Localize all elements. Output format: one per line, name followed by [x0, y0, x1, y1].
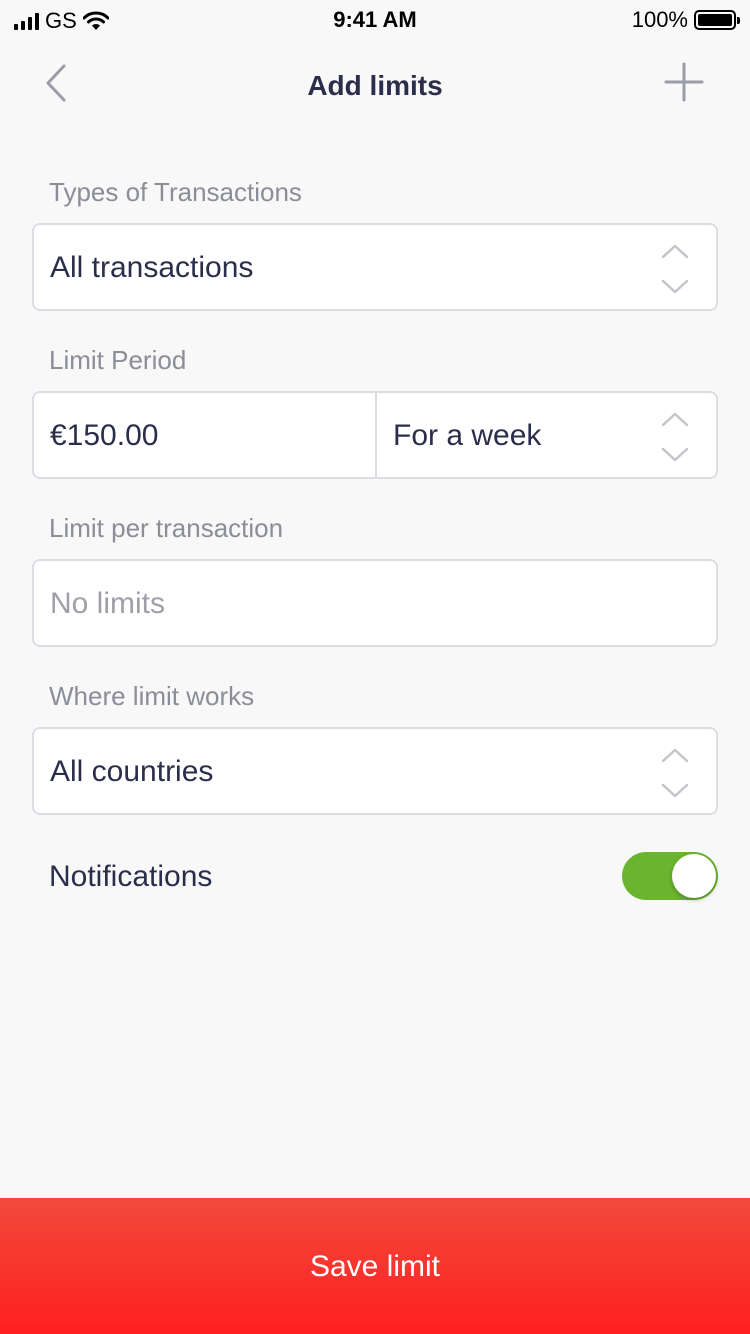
status-right: 100%	[631, 7, 740, 33]
battery-icon	[694, 10, 740, 30]
period-duration-select[interactable]: For a week	[393, 419, 541, 453]
per-transaction-placeholder: No limits	[50, 587, 166, 620]
transaction-type-select[interactable]: All transactions	[32, 223, 718, 311]
plus-icon[interactable]	[660, 58, 708, 106]
up-down-chevron-icon	[661, 244, 689, 294]
battery-percent: 100%	[631, 7, 688, 32]
toggle-knob	[672, 854, 716, 898]
save-limit-label: Save limit	[309, 1250, 441, 1283]
period-label: Limit Period	[49, 345, 187, 375]
save-limit-button[interactable]: Save limit	[0, 1198, 750, 1334]
field-divider	[375, 393, 377, 477]
page-title: Add limits	[307, 70, 443, 101]
per-transaction-label: Limit per transaction	[49, 513, 284, 543]
countries-value: All countries	[50, 755, 214, 788]
where-label: Where limit works	[49, 681, 255, 711]
notifications-toggle[interactable]	[622, 852, 718, 900]
limit-period-group: €150.00 For a week	[32, 391, 718, 479]
per-transaction-input[interactable]: No limits	[32, 559, 718, 647]
period-amount-input[interactable]: €150.00	[50, 419, 158, 453]
notifications-label: Notifications	[49, 860, 213, 893]
up-down-chevron-icon	[661, 412, 689, 462]
transaction-type-value: All transactions	[50, 251, 254, 284]
countries-select[interactable]: All countries	[32, 727, 718, 815]
types-label: Types of Transactions	[49, 177, 302, 207]
up-down-chevron-icon	[661, 748, 689, 798]
status-bar: GS 9:41 AM 100%	[0, 0, 750, 40]
navigation-bar: Add limits	[0, 40, 750, 132]
